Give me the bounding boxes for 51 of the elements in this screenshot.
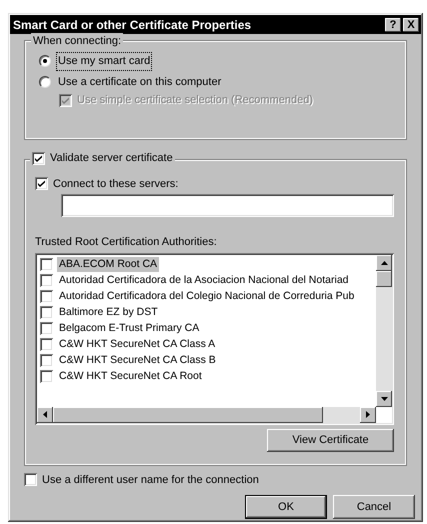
option-label: Use simple certificate selection (Recommended) xyxy=(77,93,313,108)
close-button[interactable]: X xyxy=(403,18,419,32)
right-arrow-icon xyxy=(366,411,370,418)
checkbox[interactable] xyxy=(40,258,53,271)
checkbox[interactable] xyxy=(40,290,53,303)
view-certificate-button[interactable]: View Certificate xyxy=(267,428,394,452)
list-item[interactable]: Baltimore EZ by DST xyxy=(57,304,160,320)
list-item[interactable]: C&W HKT SecureNet CA Class B xyxy=(57,352,218,368)
list-item[interactable]: C&W HKT SecureNet CA Root xyxy=(57,368,204,384)
vertical-scrollbar[interactable] xyxy=(376,254,392,406)
dialog-button[interactable]: Cancel xyxy=(333,495,415,519)
checkbox[interactable] xyxy=(40,306,53,319)
window-title: Smart Card or other Certificate Properties xyxy=(13,16,252,34)
radio-button[interactable] xyxy=(39,76,51,88)
scroll-thumb[interactable] xyxy=(53,406,323,422)
scroll-right-button[interactable] xyxy=(360,406,376,422)
servers-field[interactable] xyxy=(61,194,394,217)
scroll-down-button[interactable] xyxy=(376,390,392,406)
list-item[interactable]: C&W HKT SecureNet CA Class A xyxy=(57,336,218,352)
checkbox[interactable] xyxy=(40,354,53,367)
list-item[interactable]: Autoridad Certificadora de la Asociacion Nacional del Notariad xyxy=(57,272,350,288)
checkbox[interactable] xyxy=(40,322,53,335)
radio-button[interactable] xyxy=(39,55,51,68)
checkbox[interactable] xyxy=(40,274,53,287)
left-arrow-icon xyxy=(43,411,47,418)
checkbox[interactable] xyxy=(40,370,53,383)
scroll-left-button[interactable] xyxy=(37,406,53,422)
scroll-up-button[interactable] xyxy=(376,254,392,270)
group-label: Validate server certificate xyxy=(50,151,173,166)
scroll-thumb[interactable] xyxy=(376,270,392,286)
option-label: Use a certificate on this computer xyxy=(57,74,222,90)
down-arrow-icon xyxy=(380,396,388,400)
dialog-button[interactable]: OK xyxy=(245,495,327,519)
group-label: When connecting: xyxy=(31,33,124,50)
horizontal-scrollbar[interactable] xyxy=(37,406,376,422)
up-arrow-icon xyxy=(380,260,388,264)
checkbox[interactable] xyxy=(24,473,37,486)
list-item[interactable]: ABA.ECOM Root CA xyxy=(57,256,160,272)
option-label: Use my smart card xyxy=(57,53,152,70)
check-mark-icon xyxy=(34,154,43,163)
checkbox[interactable] xyxy=(35,177,48,190)
checkbox[interactable] xyxy=(32,152,45,165)
option-label: Use a different user name for the connection xyxy=(42,472,259,488)
list-item[interactable]: Belgacom E-Trust Primary CA xyxy=(57,320,202,336)
help-button[interactable]: ? xyxy=(385,18,401,32)
check-mark-icon xyxy=(61,96,70,105)
checkbox[interactable] xyxy=(40,338,53,351)
check-mark-icon xyxy=(37,179,46,188)
option-label: Connect to these servers: xyxy=(53,176,178,192)
list-label: Trusted Root Certification Authorities: xyxy=(35,235,218,250)
list-item[interactable]: Autoridad Certificadora del Colegio Nacional de Correduria Pub xyxy=(57,288,356,304)
